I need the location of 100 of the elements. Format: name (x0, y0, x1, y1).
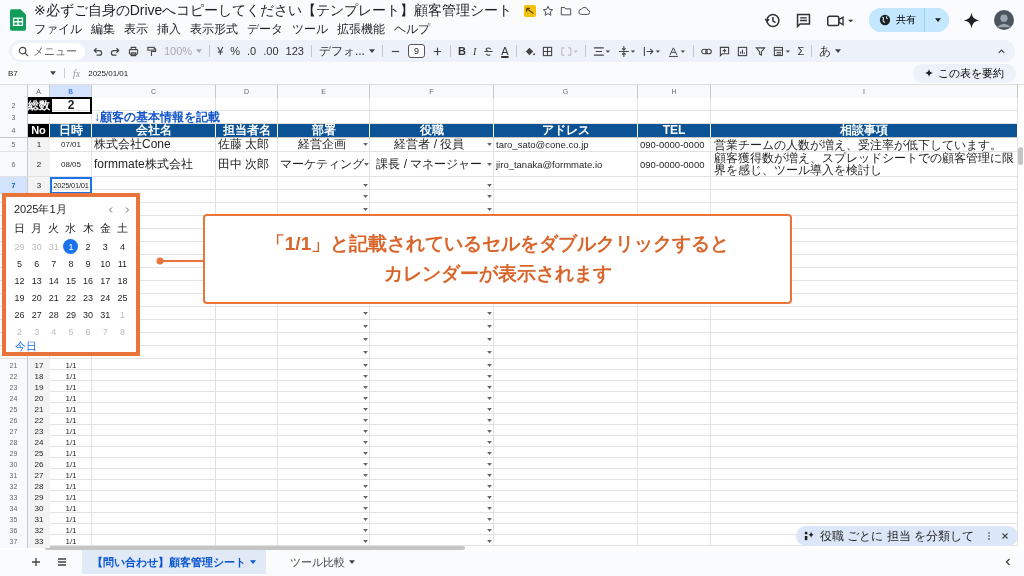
table-cell[interactable]: 07/01 (50, 138, 92, 151)
font-dropdown[interactable]: デフォ... (318, 42, 375, 60)
table-cell[interactable]: 1/1 (50, 370, 92, 383)
calendar-day[interactable]: 6 (29, 256, 45, 271)
table-cell[interactable]: 08/05 (50, 152, 92, 176)
menu-item[interactable]: ヘルプ (394, 21, 430, 38)
avatar[interactable] (994, 10, 1014, 30)
print-icon[interactable] (128, 45, 139, 57)
calendar-day[interactable]: 4 (114, 239, 130, 254)
cell-reference-field[interactable]: B7 (8, 68, 56, 78)
menu-item[interactable]: 挿入 (157, 21, 181, 38)
input-tools-dropdown[interactable]: あ (819, 42, 842, 60)
percent-button[interactable]: % (230, 45, 241, 57)
text-wrap-icon[interactable] (642, 45, 661, 57)
calendar-day[interactable]: 23 (80, 290, 96, 305)
chevron-right-icon[interactable] (123, 205, 131, 214)
italic-button[interactable]: I (472, 45, 477, 57)
menu-item[interactable]: 編集 (91, 21, 115, 38)
calendar-day[interactable]: 12 (12, 273, 28, 288)
calendar-day[interactable]: 30 (80, 307, 96, 322)
table-cell[interactable]: 1/1 (50, 491, 92, 504)
shortcut-badge-icon[interactable] (524, 5, 537, 17)
calendar-day[interactable]: 10 (97, 256, 113, 271)
calendar-day[interactable]: 11 (114, 256, 130, 271)
menu-icon[interactable] (56, 556, 68, 568)
dropdown-cell[interactable]: 経営企画 (278, 138, 370, 151)
menu-item[interactable]: ツール (292, 21, 328, 38)
table-cell[interactable]: 1/1 (50, 469, 92, 482)
sparkle-icon[interactable] (963, 11, 980, 29)
menu-item[interactable]: 拡張機能 (337, 21, 385, 38)
table-cell[interactable]: 1/1 (50, 502, 92, 515)
close-icon[interactable] (1000, 531, 1010, 541)
filter-views-icon[interactable] (772, 45, 791, 57)
calendar-day[interactable]: 9 (80, 256, 96, 271)
table-cell[interactable]: 1/1 (50, 535, 92, 548)
paint-roller-icon[interactable] (146, 45, 157, 57)
star-icon[interactable] (542, 5, 555, 17)
table-cell[interactable]: 1/1 (50, 414, 92, 427)
menu-item[interactable]: データ (247, 21, 283, 38)
horizontal-align-icon[interactable] (592, 45, 611, 57)
borders-icon[interactable] (541, 45, 553, 57)
calendar-day[interactable]: 8 (63, 256, 79, 271)
menu-item[interactable]: 表示形式 (190, 21, 238, 38)
calendar-day[interactable]: 31 (97, 307, 113, 322)
calendar-day[interactable]: 5 (12, 256, 28, 271)
calendar-day[interactable]: 2 (80, 239, 96, 254)
calendar-day[interactable]: 24 (97, 290, 113, 305)
menu-item[interactable]: ファイル (34, 21, 82, 38)
calendar-day[interactable]: 13 (29, 273, 45, 288)
add-comment-icon[interactable] (718, 45, 730, 57)
plus-icon[interactable] (431, 45, 443, 57)
table-cell[interactable]: 1/1 (50, 480, 92, 493)
calendar-day[interactable]: 22 (63, 290, 79, 305)
currency-button[interactable]: ¥ (217, 45, 224, 57)
table-cell[interactable]: 1/1 (50, 524, 92, 537)
calendar-day[interactable]: 28 (46, 307, 62, 322)
sum-button[interactable]: Σ (797, 45, 805, 57)
font-size-field[interactable]: 9 (407, 44, 425, 58)
scrollbar-thumb[interactable] (45, 546, 465, 550)
menu-search-field[interactable]: メニュー (12, 42, 85, 60)
calendar-day[interactable]: 1 (63, 239, 79, 254)
dropdown-cell[interactable]: マーケティング (278, 152, 370, 176)
text-color-button[interactable]: A (501, 45, 509, 57)
calendar-day[interactable]: 29 (63, 307, 79, 322)
share-button[interactable]: 共有 (869, 8, 925, 32)
dropdown-cell[interactable]: 課長 / マネージャー (370, 152, 494, 176)
calendar-day[interactable]: 19 (12, 290, 28, 305)
calendar-day[interactable]: 17 (97, 273, 113, 288)
table-cell[interactable]: 1/1 (50, 436, 92, 449)
history-icon[interactable] (764, 11, 781, 29)
table-cell[interactable]: 1/1 (50, 381, 92, 394)
table-cell[interactable]: 1/1 (50, 392, 92, 405)
formula-field[interactable]: 2025/01/01 (88, 68, 129, 78)
today-link[interactable]: 今日 (11, 339, 37, 354)
calendar-day[interactable]: 25 (114, 290, 130, 305)
undo-icon[interactable] (92, 45, 103, 57)
calendar-day[interactable]: 20 (29, 290, 45, 305)
merge-cells-icon[interactable] (559, 45, 578, 57)
increase-decimal-button[interactable]: .00 (263, 45, 279, 57)
table-cell[interactable]: 1/1 (50, 359, 92, 372)
suggestion-chip[interactable]: 役職 ごとに 担当 を分類して (796, 526, 1018, 546)
table-cell[interactable]: 1/1 (50, 447, 92, 460)
number-format-button[interactable]: 123 (285, 45, 304, 57)
calendar-day[interactable]: 26 (12, 307, 28, 322)
table-cell[interactable]: 1/1 (50, 458, 92, 471)
calendar-day[interactable]: 7 (46, 256, 62, 271)
table-cell[interactable]: 1/1 (50, 403, 92, 416)
calendar-day[interactable]: 21 (46, 290, 62, 305)
dropdown-cell[interactable]: 経営者 / 役員 (370, 138, 494, 151)
calendar-day[interactable]: 3 (97, 239, 113, 254)
filter-icon[interactable] (754, 45, 766, 57)
decrease-decimal-button[interactable]: .0 (247, 45, 257, 57)
calendar-day[interactable]: 16 (80, 273, 96, 288)
redo-icon[interactable] (110, 45, 121, 57)
folder-icon[interactable] (560, 5, 573, 17)
table-cell[interactable]: 1/1 (50, 425, 92, 438)
strikethrough-icon[interactable] (483, 45, 495, 57)
sheet-tab[interactable]: 【問い合わせ】顧客管理シート (82, 550, 266, 574)
comment-icon[interactable] (795, 11, 812, 29)
chart-icon[interactable] (736, 45, 748, 57)
